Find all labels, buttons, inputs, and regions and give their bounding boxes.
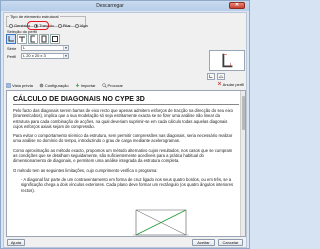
3d-view-icon[interactable] bbox=[217, 73, 225, 80]
profile-value: L 20 x 20 x 3 bbox=[23, 53, 46, 58]
square-tube-icon[interactable] bbox=[50, 34, 60, 44]
radio-viga[interactable]: Viga bbox=[74, 23, 88, 28]
doc-title: CÁLCULO DE DIAGONAIS NO CYPE 3D bbox=[13, 96, 145, 103]
rect-tube-icon[interactable] bbox=[39, 34, 49, 44]
clear-icon bbox=[217, 81, 222, 87]
help-document: CÁLCULO DE DIAGONAIS NO CYPE 3D Pelo fac… bbox=[6, 90, 246, 237]
import-button[interactable]: Importar bbox=[75, 83, 96, 88]
toolbar: Vista prévia Configuração Importar Procu… bbox=[6, 81, 246, 89]
profile-thumbnails bbox=[6, 34, 60, 44]
accept-button[interactable]: Aceitar bbox=[192, 239, 215, 246]
radio-dot[interactable] bbox=[9, 23, 13, 28]
clear-profile-label: Anular perfil bbox=[222, 81, 244, 87]
element-type-legend: Tipo de elemento estrutural bbox=[10, 14, 59, 19]
radio-dot[interactable] bbox=[57, 23, 62, 28]
chevron-down-icon: ▼ bbox=[63, 54, 68, 58]
config-button[interactable]: Configuração bbox=[39, 83, 69, 88]
dialog-body: Tipo de elemento estrutural Genérico Tra… bbox=[3, 12, 247, 248]
radio-dot[interactable] bbox=[74, 23, 79, 28]
gear-icon bbox=[39, 83, 44, 88]
doc-scrollbar[interactable] bbox=[240, 91, 245, 236]
button-bar: Ajuda Aceitar Cancelar bbox=[6, 239, 246, 247]
series-value: L bbox=[23, 45, 26, 50]
scrollbar-thumb[interactable] bbox=[242, 96, 245, 130]
section-view-icon[interactable] bbox=[207, 73, 215, 80]
channel-profile-icon[interactable] bbox=[28, 34, 38, 44]
preview-icon bbox=[6, 82, 11, 88]
import-icon bbox=[75, 83, 80, 88]
window-title: Descarregar bbox=[96, 3, 124, 9]
chevron-down-icon: ▼ bbox=[63, 46, 68, 50]
preview-toggle-group bbox=[207, 73, 225, 80]
profile-preview bbox=[209, 50, 245, 71]
help-button[interactable]: Ajuda bbox=[7, 239, 25, 246]
search-button[interactable]: Procurar bbox=[101, 82, 123, 88]
L-profile-icon[interactable] bbox=[6, 34, 16, 44]
radio-label: Viga bbox=[79, 23, 88, 28]
title-bar: Descarregar ✕ bbox=[1, 1, 249, 11]
cancel-button[interactable]: Cancelar bbox=[218, 239, 243, 246]
close-button[interactable]: ✕ bbox=[229, 2, 245, 9]
search-label: Procurar bbox=[107, 82, 123, 88]
doc-paragraph: O método tem as seguintes limitações, cu… bbox=[13, 167, 158, 173]
import-label: Importar bbox=[80, 82, 96, 88]
T-profile-icon[interactable] bbox=[17, 34, 27, 44]
doc-paragraph: Como aproximação ao método exacto, propo… bbox=[13, 147, 233, 164]
doc-paragraph: Pelo facto das diagonais serem barras de… bbox=[13, 108, 233, 129]
search-icon bbox=[101, 82, 107, 88]
doc-paragraph: - A diagonal faz parte de um contraventa… bbox=[21, 176, 234, 193]
profile-label: Perfil bbox=[7, 54, 17, 59]
doc-divider bbox=[13, 104, 239, 105]
preview-label: Vista prévia bbox=[12, 82, 33, 88]
element-type-group: Tipo de elemento estrutural Genérico Tra… bbox=[6, 14, 88, 30]
clear-profile-button[interactable]: Anular perfil bbox=[217, 81, 244, 87]
preview-button[interactable]: Vista prévia bbox=[6, 83, 33, 88]
series-label: Série bbox=[7, 46, 17, 51]
radio-pilar[interactable]: Pilar bbox=[57, 23, 71, 28]
config-label: Configuração bbox=[44, 82, 69, 88]
radio-label: Pilar bbox=[62, 23, 71, 28]
doc-paragraph: Para evitar o comportamento síemico da e… bbox=[13, 133, 233, 144]
bracing-diagram bbox=[133, 209, 189, 236]
dialog-window: Descarregar ✕ Tipo de elemento estrutura… bbox=[0, 0, 250, 249]
profile-select[interactable]: L 20 x 20 x 3 ▼ bbox=[21, 53, 69, 59]
series-select[interactable]: L ▼ bbox=[21, 45, 69, 51]
